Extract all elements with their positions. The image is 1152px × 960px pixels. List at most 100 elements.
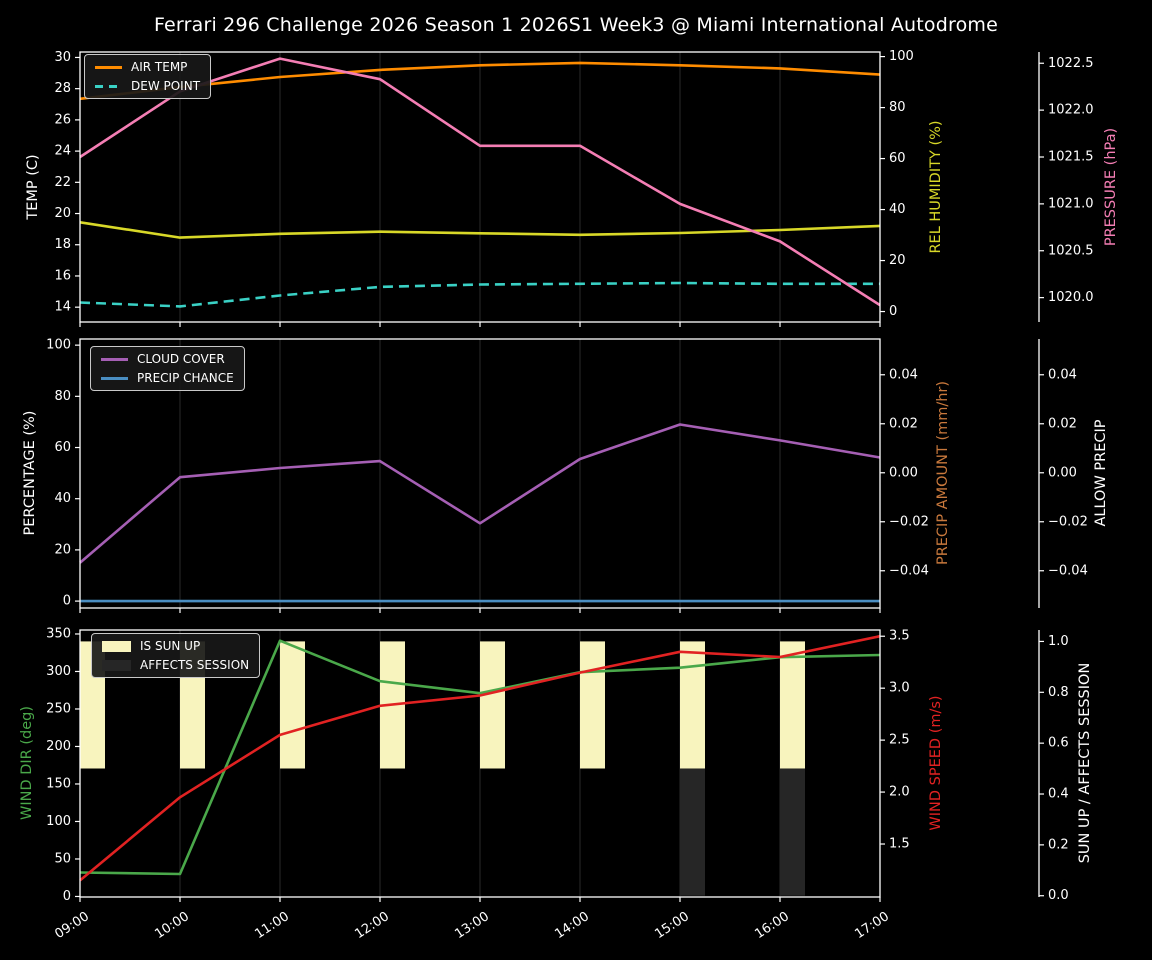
y-tick-label: 100: [46, 338, 71, 353]
y-tick-label: 22: [54, 175, 71, 190]
x-tick-label: 09:00: [52, 909, 92, 942]
legend-label: AFFECTS SESSION: [140, 658, 250, 672]
wind-dir-axis-label: WIND DIR (deg): [19, 705, 35, 821]
y-tick-label: 60: [889, 151, 906, 166]
legend-label: IS SUN UP: [140, 639, 201, 653]
y-tick-label: 2.5: [889, 733, 910, 748]
is-sun-up-bar: [580, 641, 605, 769]
y-tick-label: 0.02: [889, 416, 918, 431]
precip-amount-axis-label: PRECIP AMOUNT (mm/hr): [935, 380, 951, 566]
y-tick-label: 100: [46, 814, 71, 829]
figure: { "title": "Ferrari 296 Challenge 2026 S…: [0, 0, 1152, 960]
y-tick-label: 60: [54, 440, 71, 455]
cloud-chart-legend: CLOUD COVER PRECIP CHANCE: [90, 346, 245, 391]
y-tick-label: 28: [54, 81, 71, 96]
y-tick-label: 40: [889, 202, 906, 217]
y-tick-label: −0.02: [889, 514, 929, 529]
y-tick-label: 18: [54, 237, 71, 252]
y-tick-label: 0.2: [1048, 837, 1069, 852]
y-tick-label: 20: [889, 253, 906, 268]
y-tick-label: 16: [54, 268, 71, 283]
y-tick-label: 0: [63, 889, 71, 904]
y-tick-label: 0.8: [1048, 685, 1069, 700]
y-tick-label: 0.0: [1048, 888, 1069, 903]
cloud-cover-line-swatch: [101, 357, 128, 361]
x-tick-label: 16:00: [752, 909, 792, 942]
affects-session-bar: [780, 768, 805, 896]
y-tick-label: −0.04: [1048, 563, 1088, 578]
y-tick-label: 3.0: [889, 681, 910, 696]
y-tick-label: 150: [46, 776, 71, 791]
y-tick-label: 0.04: [1048, 367, 1077, 382]
y-tick-label: 1020.5: [1048, 243, 1094, 258]
dew-point-line-swatch: [95, 84, 122, 88]
y-tick-label: 0.00: [1048, 465, 1077, 480]
legend-item: DEW POINT: [95, 79, 200, 93]
legend-label: CLOUD COVER: [137, 352, 225, 366]
y-tick-label: 1021.5: [1048, 150, 1094, 165]
y-tick-label: −0.02: [1048, 514, 1088, 529]
y-tick-label: 0: [63, 594, 71, 609]
wind-chart-legend: IS SUN UP AFFECTS SESSION: [91, 633, 261, 678]
x-tick-label: 10:00: [152, 909, 192, 942]
y-tick-label: 0.4: [1048, 787, 1069, 802]
y-tick-label: 24: [54, 144, 71, 159]
is-sun-up-patch-swatch: [102, 640, 131, 652]
y-tick-label: 80: [889, 100, 906, 115]
y-tick-label: 1020.0: [1048, 290, 1094, 305]
x-tick-label: 12:00: [352, 909, 392, 942]
y-tick-label: 0.6: [1048, 736, 1069, 751]
y-tick-label: 50: [54, 851, 71, 866]
allow-precip-axis-label: ALLOW PRECIP: [1093, 419, 1109, 527]
x-tick-label: 17:00: [852, 909, 892, 942]
legend-item: AIR TEMP: [95, 60, 200, 74]
is-sun-up-bar: [280, 641, 305, 769]
legend-item: IS SUN UP: [102, 639, 249, 653]
y-tick-label: 40: [54, 491, 71, 506]
air-temp-line-swatch: [95, 65, 122, 69]
is-sun-up-bar: [480, 641, 505, 769]
affects-session-patch-swatch: [102, 659, 131, 671]
y-tick-label: 0.04: [889, 367, 918, 382]
is-sun-up-bar: [680, 641, 705, 769]
y-tick-label: 200: [46, 739, 71, 754]
y-tick-label: 1022.5: [1048, 56, 1094, 71]
y-tick-label: 1.0: [1048, 634, 1069, 649]
percentage-axis-label: PERCENTAGE (%): [22, 410, 38, 536]
y-tick-label: 20: [54, 542, 71, 557]
y-tick-label: 100: [889, 49, 914, 64]
legend-item: AFFECTS SESSION: [102, 658, 249, 672]
y-tick-label: 1.5: [889, 837, 910, 852]
y-tick-label: 80: [54, 389, 71, 404]
legend-label: AIR TEMP: [131, 60, 188, 74]
x-tick-label: 11:00: [252, 909, 292, 942]
y-tick-label: 3.5: [889, 629, 910, 644]
y-tick-label: −0.04: [889, 563, 929, 578]
y-tick-label: 1022.0: [1048, 103, 1094, 118]
y-tick-label: 350: [46, 626, 71, 641]
legend-label: DEW POINT: [131, 79, 201, 93]
legend-label: PRECIP CHANCE: [137, 371, 234, 385]
y-tick-label: 20: [54, 206, 71, 221]
y-tick-label: 0.02: [1048, 416, 1077, 431]
charts-canvas: 3028262422201816141008060402001022.51022…: [46, 49, 1094, 942]
rel-humidity-axis-label: REL HUMIDITY (%): [928, 120, 944, 254]
temp-axis-label: TEMP (C): [25, 154, 41, 220]
x-tick-label: 13:00: [452, 909, 492, 942]
y-tick-label: 26: [54, 112, 71, 127]
pressure-axis-label: PRESSURE (hPa): [1103, 127, 1119, 247]
precip-chance-line-swatch: [101, 376, 128, 380]
legend-item: CLOUD COVER: [101, 352, 234, 366]
y-tick-label: 1021.0: [1048, 196, 1094, 211]
y-tick-label: 2.0: [889, 785, 910, 800]
is-sun-up-bar: [780, 641, 805, 769]
wind-speed-axis-label: WIND SPEED (m/s): [928, 695, 944, 831]
y-tick-label: 0.00: [889, 465, 918, 480]
temp-chart-legend: AIR TEMP DEW POINT: [84, 54, 212, 99]
y-tick-label: 0: [889, 304, 897, 319]
affects-session-bar: [680, 768, 705, 896]
y-tick-label: 30: [54, 50, 71, 65]
legend-item: PRECIP CHANCE: [101, 371, 234, 385]
x-tick-label: 14:00: [552, 909, 592, 942]
y-tick-label: 250: [46, 701, 71, 716]
